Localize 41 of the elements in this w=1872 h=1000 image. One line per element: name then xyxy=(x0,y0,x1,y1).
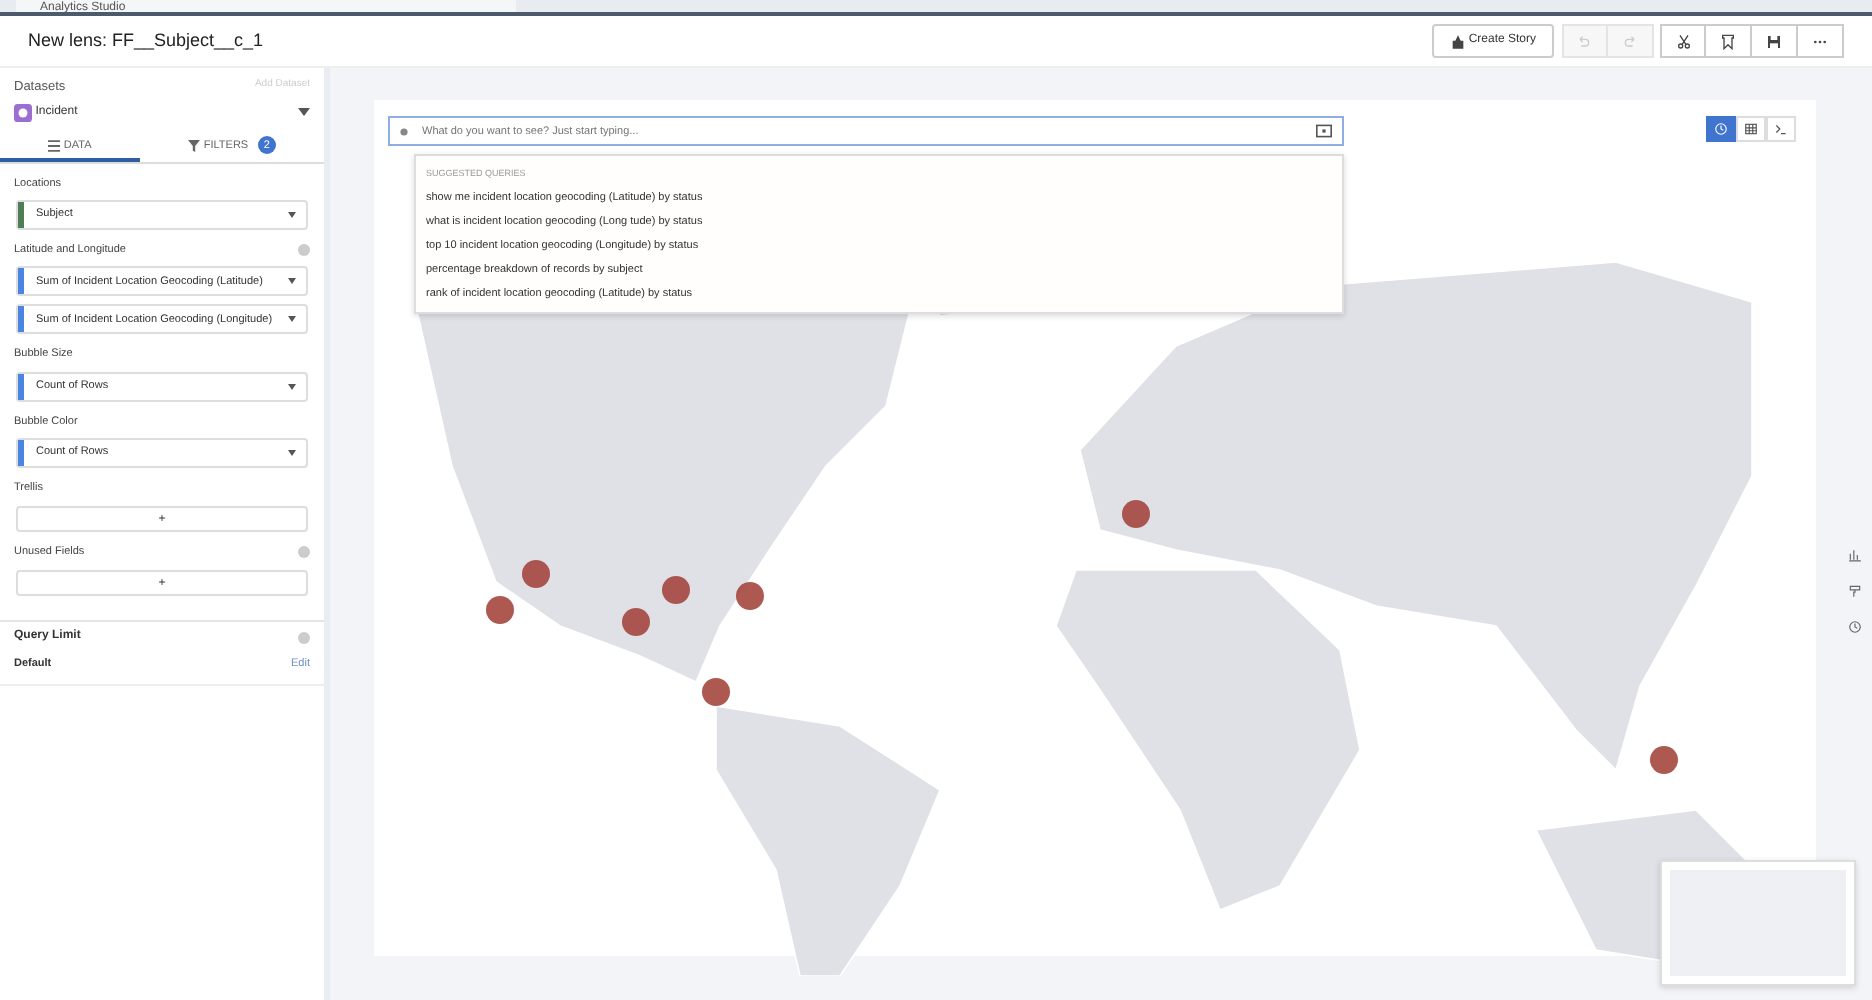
location-bubble[interactable] xyxy=(662,576,690,604)
save-button[interactable] xyxy=(1752,24,1798,58)
location-bubble[interactable] xyxy=(736,582,764,610)
caret-icon xyxy=(288,316,296,323)
undo-icon xyxy=(1576,33,1592,49)
bookmark-icon xyxy=(1720,33,1736,49)
table-icon xyxy=(1744,122,1758,136)
chart-view-button[interactable] xyxy=(1706,116,1736,142)
bar-chart-icon xyxy=(1848,548,1862,562)
list-icon xyxy=(48,139,61,152)
filter-icon xyxy=(188,139,201,152)
format-panel-button[interactable] xyxy=(1848,584,1862,598)
location-bubble[interactable] xyxy=(486,596,514,624)
location-bubble[interactable] xyxy=(1122,500,1150,528)
caret-icon xyxy=(288,449,296,456)
caret-icon xyxy=(288,212,296,218)
scissors-icon xyxy=(1675,33,1691,49)
dataset-icon xyxy=(14,103,32,122)
redo-icon xyxy=(1621,33,1637,49)
location-bubble[interactable] xyxy=(1650,746,1678,774)
bookmark-button[interactable] xyxy=(1706,24,1752,58)
history-panel-button[interactable] xyxy=(1848,620,1862,634)
cut-button[interactable] xyxy=(1660,24,1706,58)
sparkle-icon xyxy=(398,126,410,138)
caret-icon xyxy=(288,278,296,285)
clock-icon xyxy=(1848,620,1862,634)
table-view-button[interactable] xyxy=(1736,116,1766,142)
keyboard-icon xyxy=(1316,124,1332,138)
preview-thumbnail[interactable] xyxy=(1660,860,1856,986)
location-bubble[interactable] xyxy=(622,608,650,636)
location-bubble[interactable] xyxy=(522,560,550,588)
story-icon xyxy=(1449,33,1466,49)
chart-panel-button[interactable] xyxy=(1848,548,1862,562)
paint-roller-icon xyxy=(1848,584,1862,598)
caret-icon xyxy=(288,383,296,389)
lens-title: New lens: FF__Subject__c_1 xyxy=(28,27,264,54)
info-icon xyxy=(298,631,310,644)
terminal-icon xyxy=(1774,122,1788,136)
query-view-button[interactable] xyxy=(1766,116,1796,142)
location-bubble[interactable] xyxy=(702,678,730,706)
caret-icon xyxy=(298,108,310,117)
